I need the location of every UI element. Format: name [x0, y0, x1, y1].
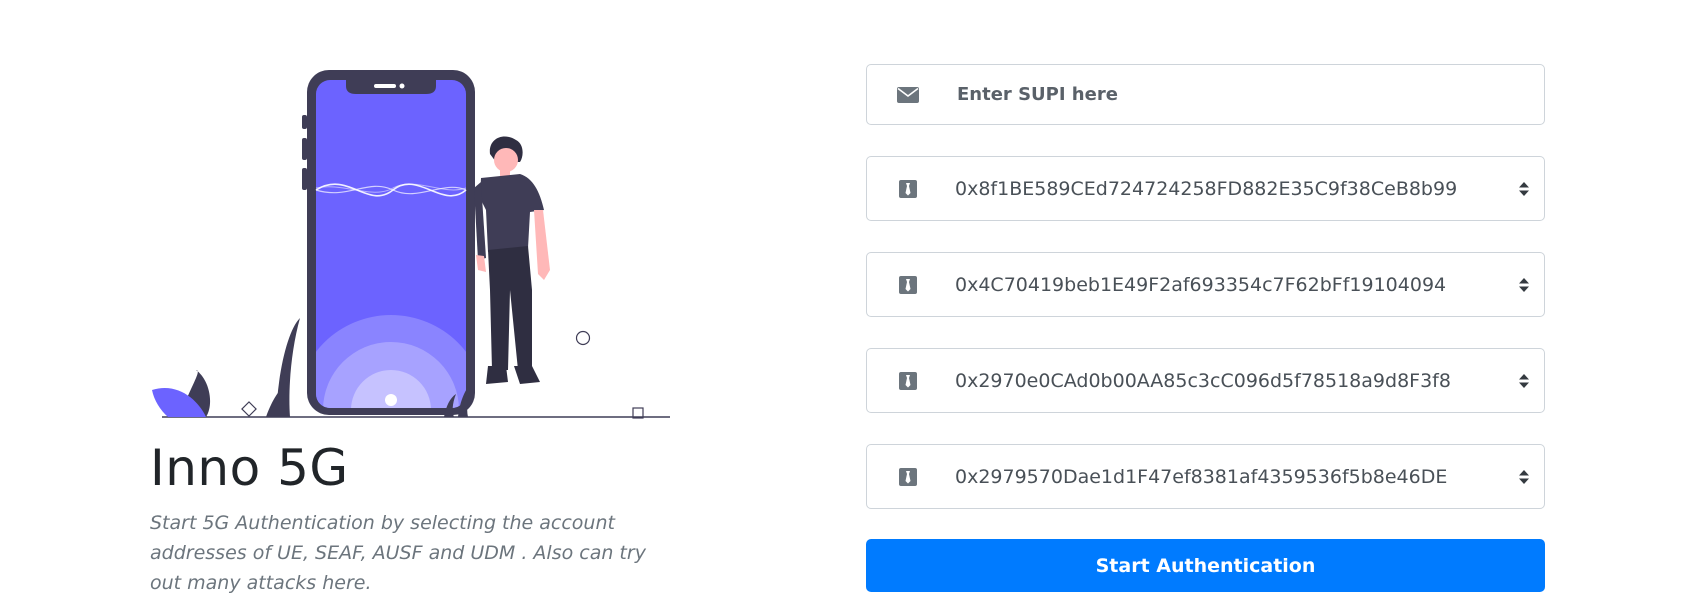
select-value: 0x2970e0CAd0b00AA85c3cC096d5f78518a9d8F3… — [955, 369, 1451, 392]
start-authentication-button[interactable]: Start Authentication — [866, 539, 1545, 592]
tie-icon — [897, 178, 919, 200]
tie-icon — [897, 370, 919, 392]
envelope-icon — [897, 84, 919, 106]
ausf-account-select[interactable]: 0x2970e0CAd0b00AA85c3cC096d5f78518a9d8F3… — [866, 348, 1545, 413]
sort-caret-icon — [1518, 181, 1530, 197]
sort-caret-icon — [1518, 277, 1530, 293]
ue-account-select[interactable]: 0x8f1BE589CEd724724258FD882E35C9f38CeB8b… — [866, 156, 1545, 221]
hero-illustration — [148, 70, 678, 420]
sort-caret-icon — [1518, 373, 1530, 389]
page: Inno 5G Start 5G Authentication by selec… — [0, 0, 1689, 611]
select-value: 0x8f1BE589CEd724724258FD882E35C9f38CeB8b… — [955, 177, 1458, 200]
select-value: 0x2979570Dae1d1F47ef8381af4359536f5b8e46… — [955, 465, 1448, 488]
select-value: 0x4C70419beb1E49F2af693354c7F62bFf191040… — [955, 273, 1447, 296]
udm-account-select[interactable]: 0x2979570Dae1d1F47ef8381af4359536f5b8e46… — [866, 444, 1545, 509]
tie-icon — [897, 274, 919, 296]
app-description: Start 5G Authentication by selecting the… — [150, 512, 646, 594]
supi-field[interactable] — [866, 64, 1545, 125]
sort-caret-icon — [1518, 469, 1530, 485]
app-title: Inno 5G — [150, 439, 349, 497]
tie-icon — [897, 466, 919, 488]
supi-input[interactable] — [867, 65, 1544, 124]
seaf-account-select[interactable]: 0x4C70419beb1E49F2af693354c7F62bFf191040… — [866, 252, 1545, 317]
auth-form: 0x8f1BE589CEd724724258FD882E35C9f38CeB8b… — [866, 64, 1545, 592]
